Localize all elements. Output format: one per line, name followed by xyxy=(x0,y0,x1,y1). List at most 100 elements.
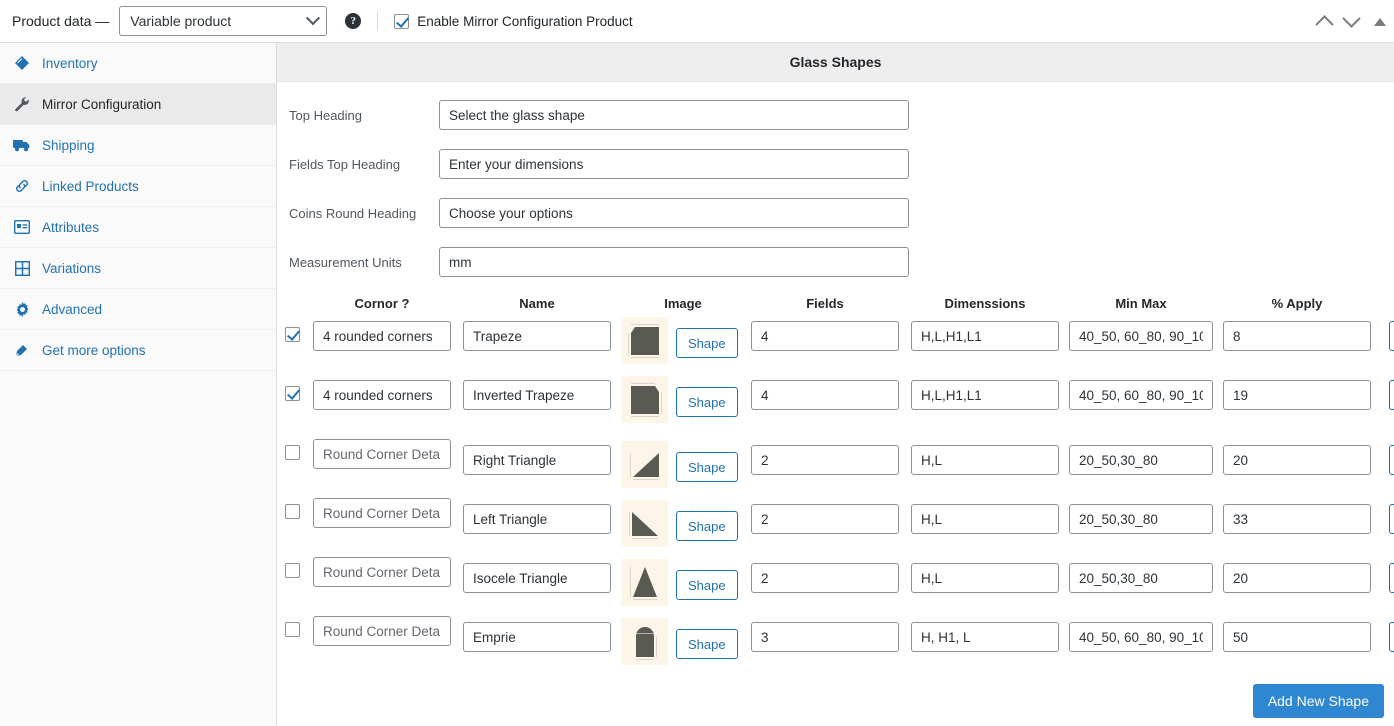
product-data-toolbar: Product data — Variable product ? Enable… xyxy=(0,0,1394,43)
corner-input[interactable] xyxy=(313,321,451,351)
sidebar-item-shipping[interactable]: Shipping xyxy=(0,125,276,166)
name-input[interactable] xyxy=(463,622,611,652)
row-enable-checkbox[interactable] xyxy=(284,445,300,460)
row-enable-checkbox[interactable] xyxy=(284,563,300,578)
sidebar-item-inventory[interactable]: Inventory xyxy=(0,43,276,84)
min-max-input[interactable] xyxy=(1069,445,1213,475)
help-icon[interactable]: ? xyxy=(345,13,362,29)
attributes-icon xyxy=(12,220,32,234)
corner-input[interactable] xyxy=(313,557,451,587)
shape-thumbnail-inverted-trapeze xyxy=(621,376,668,423)
input-measurement-units[interactable] xyxy=(439,247,909,277)
row-enable-checkbox[interactable] xyxy=(284,622,300,637)
dimenssions-input[interactable] xyxy=(911,563,1059,593)
table-row: Shape Delete xyxy=(277,553,1394,612)
fields-input[interactable] xyxy=(751,563,899,593)
dimenssions-input[interactable] xyxy=(911,445,1059,475)
sidebar-item-label: Shipping xyxy=(42,137,95,153)
chevron-down-icon[interactable] xyxy=(1342,9,1361,28)
min-max-input[interactable] xyxy=(1069,380,1213,410)
setting-row-fields-top-heading: Fields Top Heading xyxy=(277,149,1394,179)
name-input[interactable] xyxy=(463,445,611,475)
table-row: Shape Delete xyxy=(277,494,1394,553)
shape-button[interactable]: Shape xyxy=(676,387,738,417)
fields-input[interactable] xyxy=(751,380,899,410)
apply-percent-input[interactable] xyxy=(1223,563,1371,593)
collapse-toggle-icon[interactable] xyxy=(1374,17,1386,26)
checkbox-box[interactable] xyxy=(394,13,410,29)
name-input[interactable] xyxy=(463,321,611,351)
grid-icon xyxy=(12,260,32,276)
dimenssions-input[interactable] xyxy=(911,321,1059,351)
delete-button[interactable]: Delete xyxy=(1388,380,1394,410)
sidebar-item-variations[interactable]: Variations xyxy=(0,248,276,289)
row-enable-checkbox[interactable] xyxy=(284,327,300,342)
sidebar-item-attributes[interactable]: Attributes xyxy=(0,207,276,248)
label-top-heading: Top Heading xyxy=(289,107,362,123)
shape-thumbnail-emprie xyxy=(621,618,668,665)
name-input[interactable] xyxy=(463,563,611,593)
fields-input[interactable] xyxy=(751,445,899,475)
corner-input[interactable] xyxy=(313,616,451,646)
chevron-up-icon[interactable] xyxy=(1315,15,1334,34)
corner-input[interactable] xyxy=(313,498,451,528)
dimenssions-input[interactable] xyxy=(911,622,1059,652)
sidebar-item-linked-products[interactable]: Linked Products xyxy=(0,166,276,207)
input-top-heading[interactable] xyxy=(439,100,909,130)
gear-icon xyxy=(12,301,32,317)
shape-thumbnail-left-triangle xyxy=(621,500,668,547)
shape-button[interactable]: Shape xyxy=(676,570,738,600)
sidebar-item-mirror-configuration[interactable]: Mirror Configuration xyxy=(0,84,276,125)
sidebar-item-label: Advanced xyxy=(42,301,103,317)
add-new-shape-button[interactable]: Add New Shape xyxy=(1252,684,1384,718)
sidebar-item-label: Inventory xyxy=(42,55,98,71)
plug-icon xyxy=(12,342,32,358)
delete-button[interactable]: Delete xyxy=(1388,504,1394,534)
min-max-input[interactable] xyxy=(1069,622,1213,652)
dimenssions-input[interactable] xyxy=(911,504,1059,534)
apply-percent-input[interactable] xyxy=(1223,504,1371,534)
setting-row-top-heading: Top Heading xyxy=(277,100,1394,130)
min-max-input[interactable] xyxy=(1069,504,1213,534)
sidebar-item-advanced[interactable]: Advanced xyxy=(0,289,276,330)
delete-button[interactable]: Delete xyxy=(1388,445,1394,475)
label-fields-top-heading: Fields Top Heading xyxy=(289,156,401,172)
fields-input[interactable] xyxy=(751,321,899,351)
apply-percent-input[interactable] xyxy=(1223,321,1371,351)
sidebar-item-get-more-options[interactable]: Get more options xyxy=(0,330,276,371)
shape-thumbnail-isocele-triangle xyxy=(621,559,668,606)
wrench-icon xyxy=(12,96,32,112)
shape-button[interactable]: Shape xyxy=(676,511,738,541)
table-row: Shape Delete xyxy=(277,435,1394,494)
shape-button[interactable]: Shape xyxy=(676,629,738,659)
fields-input[interactable] xyxy=(751,504,899,534)
name-input[interactable] xyxy=(463,504,611,534)
fields-input[interactable] xyxy=(751,622,899,652)
shape-button[interactable]: Shape xyxy=(676,452,738,482)
inventory-icon xyxy=(12,55,32,71)
row-enable-checkbox[interactable] xyxy=(284,504,300,519)
delete-button[interactable]: Delete xyxy=(1388,563,1394,593)
delete-button[interactable]: Delete xyxy=(1388,321,1394,351)
apply-percent-input[interactable] xyxy=(1223,445,1371,475)
apply-percent-input[interactable] xyxy=(1223,622,1371,652)
truck-icon xyxy=(12,138,32,152)
table-header-row: Cornor ? Name Image Fields Dimenssions M… xyxy=(277,289,1394,317)
shape-thumbnail-trapeze xyxy=(621,317,668,364)
row-enable-checkbox[interactable] xyxy=(284,386,300,401)
enable-mirror-configuration-checkbox[interactable]: Enable Mirror Configuration Product xyxy=(394,13,633,29)
corner-input[interactable] xyxy=(313,439,451,469)
glass-shapes-table: Cornor ? Name Image Fields Dimenssions M… xyxy=(277,289,1394,671)
shape-button[interactable]: Shape xyxy=(676,328,738,358)
input-coins-round-heading[interactable] xyxy=(439,198,909,228)
name-input[interactable] xyxy=(463,380,611,410)
min-max-input[interactable] xyxy=(1069,321,1213,351)
input-fields-top-heading[interactable] xyxy=(439,149,909,179)
product-type-select[interactable]: Variable product xyxy=(119,6,328,36)
dimenssions-input[interactable] xyxy=(911,380,1059,410)
min-max-input[interactable] xyxy=(1069,563,1213,593)
apply-percent-input[interactable] xyxy=(1223,380,1371,410)
corner-input[interactable] xyxy=(313,380,451,410)
header-image: Image xyxy=(664,295,702,311)
delete-button[interactable]: Delete xyxy=(1388,622,1394,652)
